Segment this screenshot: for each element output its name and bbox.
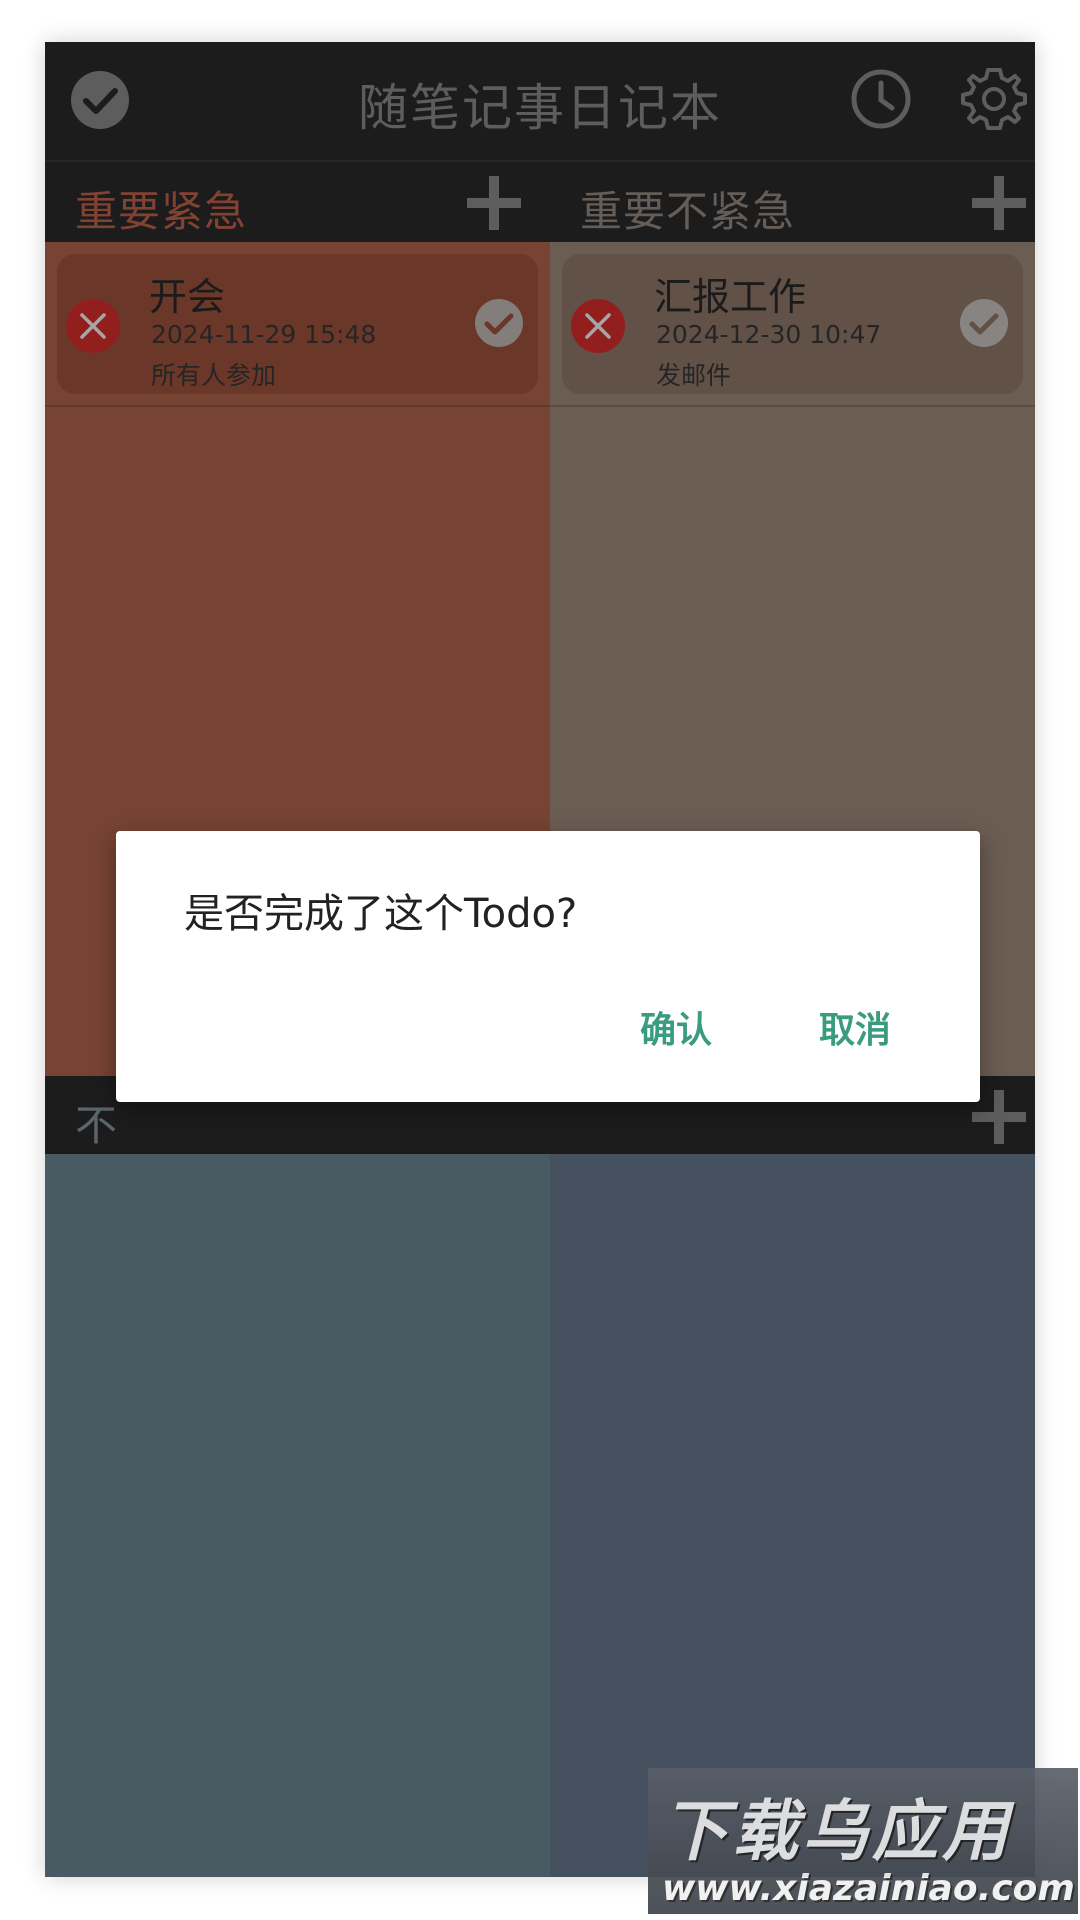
watermark-logo: 下载乌应用 www.xiazainiao.com	[648, 1768, 1078, 1914]
dialog-message: 是否完成了这个Todo?	[184, 891, 578, 937]
confirm-button[interactable]: 确认	[640, 1001, 712, 1053]
watermark-url: www.xiazainiao.com	[662, 1868, 1075, 1909]
app-screen: 随笔记事日记本 重要紧急 重要不紧急 开会 2024-11-29 15:48 所…	[45, 42, 1035, 1877]
confirm-dialog: 是否完成了这个Todo? 确认 取消	[116, 831, 980, 1102]
watermark-text: 下载乌应用	[662, 1793, 1012, 1870]
cancel-button[interactable]: 取消	[819, 1001, 891, 1053]
